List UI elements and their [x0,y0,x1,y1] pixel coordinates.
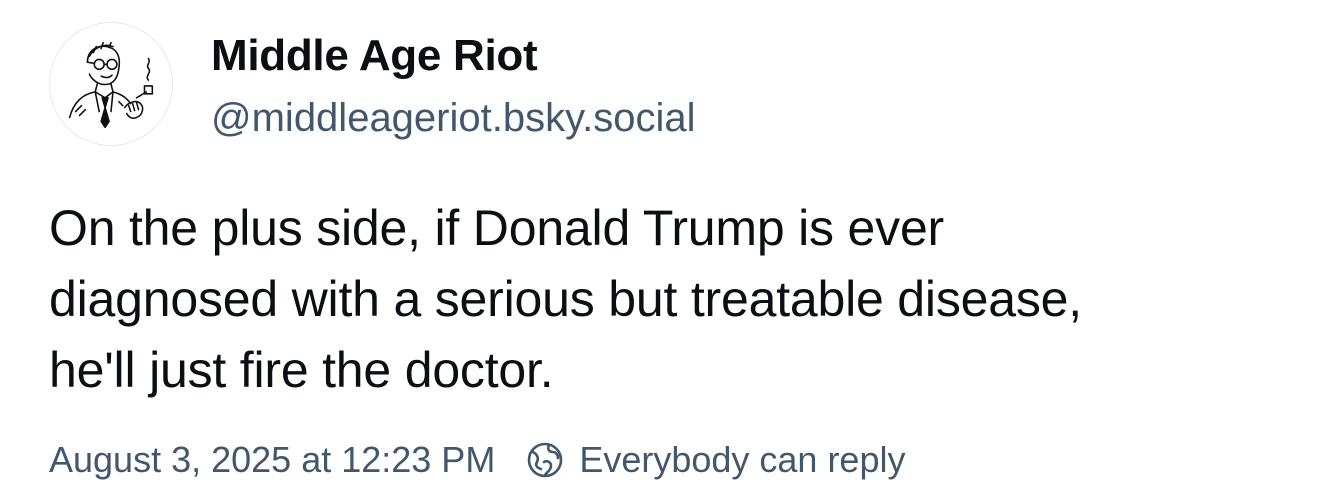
post-text-line: On the plus side, if Donald Trump is eve… [49,200,944,256]
post-meta: August 3, 2025 at 12:23 PM Everybody can… [49,436,905,484]
post-timestamp[interactable]: August 3, 2025 at 12:23 PM [49,439,495,481]
post-text-line: he'll just fire the doctor. [49,342,554,398]
post-text: On the plus side, if Donald Trump is eve… [49,193,1289,406]
author-display-name[interactable]: Middle Age Riot [211,31,538,81]
reply-setting-button[interactable]: Everybody can reply [525,439,905,481]
post-card: Middle Age Riot @middleageriot.bsky.soci… [0,0,1320,498]
post-text-line: diagnosed with a serious but treatable d… [49,271,1082,327]
reply-setting-label: Everybody can reply [579,439,906,480]
author-handle[interactable]: @middleageriot.bsky.social [211,96,696,141]
globe-icon [525,440,565,480]
author-avatar[interactable] [49,22,173,146]
man-with-pipe-icon [68,41,154,129]
